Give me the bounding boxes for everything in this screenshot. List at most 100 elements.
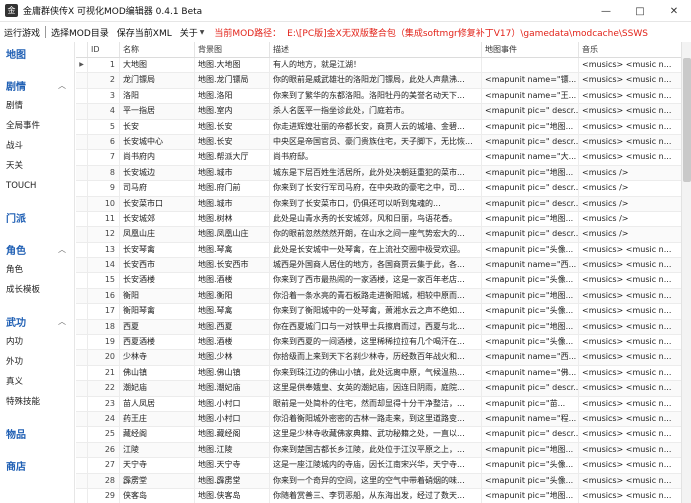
cell-map-event[interactable] — [482, 58, 579, 73]
cell-description[interactable]: 眼前是一处简朴的住宅，然而却显得十分干净整洁，... — [270, 396, 482, 411]
cell-id[interactable]: 21 — [88, 365, 120, 381]
cell-background[interactable]: 地图.潮妃庙 — [195, 381, 270, 396]
row-selector[interactable] — [76, 150, 88, 165]
cell-id[interactable]: 8 — [88, 165, 120, 181]
cell-background[interactable]: 地图.长安西市 — [195, 258, 270, 273]
cell-name[interactable]: 佛山镇 — [120, 365, 195, 381]
table-row[interactable]: 9 司马府 地图.府门前 你来到了长安行军司马府，在中央政的豪宅之中，司... <map… — [76, 181, 681, 197]
sidebar-group-skill[interactable]: 武功 ︿ — [0, 310, 74, 332]
cell-map-event[interactable]: <mapunit name="镖... — [482, 73, 579, 88]
row-selector[interactable] — [76, 396, 88, 411]
cell-music[interactable]: <musics> <music n... — [579, 335, 681, 349]
cell-map-event[interactable]: <mapunit pic="地图... — [482, 319, 579, 335]
cell-music[interactable]: <musics> <music n... — [579, 473, 681, 488]
cell-music[interactable]: <musics /> — [579, 227, 681, 242]
cell-description[interactable]: 你在西夏城门口与一对铁甲士兵擦肩而过，西夏与北... — [270, 319, 482, 335]
cell-background[interactable]: 地图.长安 — [195, 134, 270, 150]
cell-map-event[interactable]: <mapunit pic=" descr... — [482, 196, 579, 211]
cell-name[interactable]: 长安琴禽 — [120, 242, 195, 258]
cell-background[interactable]: 地图.酒楼 — [195, 335, 270, 350]
cell-background[interactable]: 地图.佛山镇 — [195, 365, 270, 381]
cell-description[interactable]: 城西是外国商人居住的地方，各国商贾云集于此，各... — [270, 258, 482, 273]
cell-name[interactable]: 司马府 — [120, 181, 195, 196]
cell-description[interactable]: 你的眼前是威武雄壮的洛阳龙门镖局，此处人声鼎沸... — [270, 73, 482, 88]
cell-description[interactable]: 你来到了衡阳城中的一处琴禽，萧湘水云之声不绝如... — [270, 304, 482, 319]
cell-music[interactable]: <musics /> — [579, 196, 681, 211]
cell-name[interactable]: 西夏酒楼 — [120, 335, 195, 350]
cell-background[interactable]: 地图.少林 — [195, 350, 270, 365]
cell-name[interactable]: 尚书府内 — [120, 150, 195, 165]
cell-name[interactable]: 长安城中心 — [120, 134, 195, 150]
cell-background[interactable]: 地图.衡阳 — [195, 288, 270, 304]
cell-music[interactable]: <musics> <music n... — [579, 150, 681, 164]
cell-background[interactable]: 地图.长安 — [195, 119, 270, 134]
menu-save-xml[interactable]: 保存当前XML — [113, 22, 176, 42]
cell-description[interactable]: 你来到了长安行军司马府，在中央政的豪宅之中，司... — [270, 181, 482, 196]
cell-id[interactable]: 2 — [88, 73, 120, 88]
cell-background[interactable]: 地图.霹雳堂 — [195, 473, 270, 488]
cell-description[interactable]: 你来到了繁华的东都洛阳。洛阳牡丹的美誉名动天下... — [270, 88, 482, 104]
cell-description[interactable]: 你来到了西市最热闹的一家酒楼，这是一家百年老店... — [270, 273, 482, 288]
table-row[interactable]: 25 藏经阁 地图.藏经阁 这里是少林寺收藏佛家典籍、武功秘籍之处，一直以... <ma… — [76, 427, 681, 443]
cell-description[interactable]: 你来到一个奇异的空间，这里的空气中带着硝烟的味... — [270, 473, 482, 488]
column-header-background[interactable]: 背景图 — [195, 42, 270, 57]
table-row[interactable]: 27 天宁寺 地图.天宁寺 这是一座江陵城内的寺庙，因长江南宋兴华，天宁寺... <ma… — [76, 458, 681, 474]
row-selector[interactable] — [76, 319, 88, 335]
cell-id[interactable]: 5 — [88, 119, 120, 134]
table-row[interactable]: 21 佛山镇 地图.佛山镇 你来到珠江边的佛山小镇，此处远离中原，气候温热... <ma… — [76, 365, 681, 382]
column-header-name[interactable]: 名称 — [120, 42, 195, 57]
sidebar-item-global-events[interactable]: 全局事件 — [0, 116, 74, 136]
cell-background[interactable]: 地图.琴禽 — [195, 304, 270, 319]
cell-description[interactable]: 你来到楚国古都长乡江陵，此处位于江汉平原之上，... — [270, 442, 482, 458]
sidebar-item-internal[interactable]: 内功 — [0, 332, 74, 352]
menu-select-mod[interactable]: 选择MOD目录 — [47, 22, 113, 42]
cell-id[interactable]: 22 — [88, 381, 120, 396]
row-selector[interactable] — [76, 88, 88, 104]
cell-description[interactable]: 你走进辉煌壮丽的帝都长安，商贾人云的城墙、金碧... — [270, 119, 482, 134]
table-row[interactable]: 28 霹雳堂 地图.霹雳堂 你来到一个奇异的空间，这里的空气中带着硝烟的味... <ma… — [76, 473, 681, 489]
cell-map-event[interactable]: <mapunit pic=" descr... — [482, 427, 579, 442]
sidebar-item-role[interactable]: 角色 — [0, 260, 74, 280]
table-row[interactable]: 7 尚书府内 地图.帮派大厅 尚书府邸。 <mapunit name="大... <mus… — [76, 150, 681, 166]
row-selector[interactable] — [76, 119, 88, 134]
cell-name[interactable]: 长安菜市口 — [120, 196, 195, 211]
column-header-id[interactable]: ID — [88, 42, 120, 57]
cell-map-event[interactable]: <mapunit pic=" descr... — [482, 181, 579, 196]
cell-id[interactable]: 20 — [88, 350, 120, 365]
cell-name[interactable]: 藏经阁 — [120, 427, 195, 442]
cell-map-event[interactable]: <mapunit name="西... — [482, 258, 579, 273]
sidebar-group-role[interactable]: 角色 ︿ — [0, 238, 74, 260]
cell-music[interactable]: <musics> <music n... — [579, 134, 681, 150]
cell-music[interactable]: <musics> <music n... — [579, 120, 681, 134]
table-row[interactable]: 24 药王庄 地图.小村口 你沿着衡阳城外密密的古林一路走来，到这里道路变... <ma… — [76, 411, 681, 428]
maximize-button[interactable]: □ — [623, 0, 657, 22]
cell-background[interactable]: 地图.侠客岛 — [195, 488, 270, 503]
table-row[interactable]: 3 洛阳 地图.洛阳 你来到了繁华的东都洛阳。洛阳牡丹的美誉名动天下... <mapun… — [76, 88, 681, 105]
cell-map-event[interactable]: <mapunit pic="头像... — [482, 335, 579, 350]
table-row[interactable]: 17 衡阳琴禽 地图.琴禽 你来到了衡阳城中的一处琴禽，萧湘水云之声不绝如... <ma… — [76, 304, 681, 320]
sidebar-item-growth-template[interactable]: 成长模板 — [0, 280, 74, 300]
cell-music[interactable]: <musics> <music n... — [579, 458, 681, 472]
cell-name[interactable]: 大地图 — [120, 58, 195, 73]
cell-name[interactable]: 苗人凤居 — [120, 396, 195, 411]
table-row[interactable]: 5 长安 地图.长安 你走进辉煌壮丽的帝都长安，商贾人云的城墙、金碧... <mapun… — [76, 119, 681, 135]
cell-id[interactable]: 16 — [88, 288, 120, 304]
cell-name[interactable]: 药王庄 — [120, 411, 195, 427]
cell-music[interactable]: <musics> <music n... — [579, 273, 681, 287]
cell-id[interactable]: 1 — [88, 58, 120, 73]
cell-music[interactable]: <musics> <music n... — [579, 89, 681, 103]
minimize-button[interactable]: — — [589, 0, 623, 22]
sidebar-group-items[interactable]: 物品 — [0, 422, 74, 444]
cell-name[interactable]: 天宁寺 — [120, 458, 195, 473]
row-selector[interactable] — [76, 134, 88, 150]
cell-description[interactable]: 杀人名医平一指坐诊此处，门庭若市。 — [270, 104, 482, 119]
current-row-indicator[interactable]: ▶ — [76, 58, 88, 73]
cell-name[interactable]: 霹雳堂 — [120, 473, 195, 488]
row-selector[interactable] — [76, 258, 88, 273]
row-selector[interactable] — [76, 242, 88, 258]
row-selector[interactable] — [76, 365, 88, 381]
cell-map-event[interactable]: <mapunit pic="地图... — [482, 211, 579, 227]
cell-description[interactable]: 这是一座江陵城内的寺庙，因长江南宋兴华，天宁寺... — [270, 458, 482, 473]
sidebar-item-external[interactable]: 外功 — [0, 352, 74, 372]
column-header-description[interactable]: 描述 — [270, 42, 482, 57]
